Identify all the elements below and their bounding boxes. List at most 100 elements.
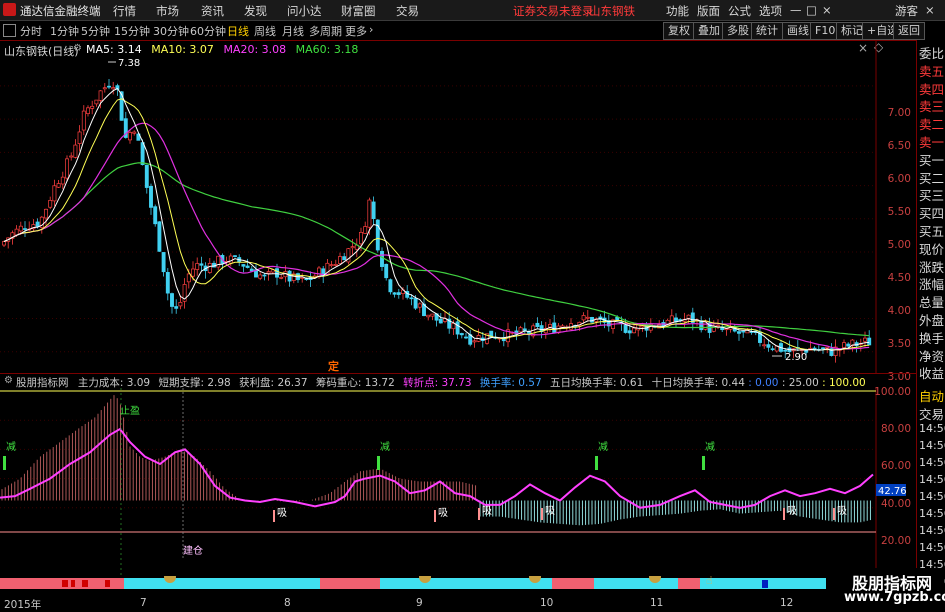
candle-body: [438, 318, 443, 324]
candle-body: [770, 348, 775, 351]
candle-body: [699, 320, 704, 331]
tab-monthly[interactable]: 月线: [282, 23, 304, 39]
watermark-url: www.7gpzb.com: [844, 590, 945, 605]
menu-gongshi[interactable]: 公式: [728, 3, 751, 19]
menu-xuanxiang[interactable]: 选项: [759, 3, 782, 19]
app-logo-icon: [3, 3, 16, 16]
watermark-logo: 股朋指标网 www.7gpzb.com: [832, 568, 945, 609]
ma10-line: [3, 98, 870, 351]
tab-weekly[interactable]: 周线: [254, 23, 276, 39]
candle-body: [102, 87, 107, 90]
trade-label[interactable]: 交易: [919, 404, 944, 423]
side-label-10: 买五: [919, 224, 945, 239]
more-chevron-icon[interactable]: ›: [369, 23, 373, 36]
tab-30min[interactable]: 30分钟: [153, 23, 189, 39]
candle-body: [65, 158, 69, 179]
menu-hangqing[interactable]: 行情: [113, 3, 136, 19]
indicator-gear-icon[interactable]: ⚙: [4, 375, 13, 386]
auto-trade-label[interactable]: 自动: [919, 386, 944, 405]
y-tick: 6.50: [887, 140, 911, 152]
fuquan-button[interactable]: 复权: [663, 22, 695, 40]
indicator-chart[interactable]: 止盈 建仓 减 减 减 减吸 吸 吸 吸 吸 吸 42.76: [0, 388, 916, 576]
candle-body: [392, 292, 397, 295]
tab-fenshi[interactable]: 分时: [20, 23, 42, 39]
close-button[interactable]: ×: [822, 3, 832, 17]
candle-body: [233, 255, 237, 257]
tab-60min[interactable]: 60分钟: [190, 23, 226, 39]
candle-body: [207, 263, 212, 273]
ind-tick: 40.00: [880, 498, 911, 510]
maximize-button[interactable]: □: [806, 3, 817, 17]
hand-cursor-icon: ☝: [706, 576, 713, 587]
login-warning[interactable]: 证券交易未登录: [513, 3, 594, 19]
candle-body: [762, 344, 767, 347]
absorb-label: 吸: [482, 506, 492, 517]
menu-banmian[interactable]: 版面: [697, 3, 720, 19]
trade-time: 14:56: [919, 439, 945, 452]
candle-body: [367, 199, 372, 228]
menu-shichang[interactable]: 市场: [156, 3, 179, 19]
kline-chart[interactable]: 7.38 2.90 定: [0, 40, 916, 373]
ding-marker: 定: [328, 359, 339, 373]
menu-wenxiaoda[interactable]: 问小达: [287, 3, 322, 19]
x-tick: 11: [650, 597, 664, 609]
side-label-9: 买四: [919, 206, 945, 222]
guest-label[interactable]: 游客: [895, 3, 918, 19]
candle-body: [174, 306, 179, 309]
candle-body: [73, 144, 78, 158]
candle-body: [548, 324, 552, 328]
statistics-button[interactable]: 统计: [751, 22, 783, 40]
candle-body: [669, 315, 674, 323]
candle-body: [413, 298, 418, 309]
high-price-label: 7.38: [118, 58, 140, 69]
tab-15min[interactable]: 15分钟: [114, 23, 150, 39]
menu-faxian[interactable]: 发现: [244, 3, 267, 19]
side-label-18: 收益: [919, 366, 945, 382]
candle-body: [81, 110, 86, 131]
current-value-label: 42.76: [878, 486, 907, 497]
candle-body: [342, 256, 347, 261]
candle-body: [266, 271, 271, 274]
candle-body: [153, 206, 158, 225]
candle-body: [741, 330, 746, 333]
tab-daily[interactable]: 日线: [227, 23, 249, 39]
candle-body: [455, 321, 460, 335]
side-label-4: 卖二: [919, 117, 945, 133]
back-button[interactable]: 返回: [893, 22, 925, 40]
candle-body: [157, 221, 162, 252]
candle-body: [363, 226, 368, 234]
tab-multi-period[interactable]: 多周期: [309, 23, 342, 39]
low-price-label: 2.90: [785, 352, 807, 363]
window-close-icon[interactable]: ×: [925, 3, 935, 17]
menu-zixun[interactable]: 资讯: [201, 3, 224, 19]
candle-body: [430, 313, 435, 317]
candle-body: [623, 324, 628, 333]
stock-name: 山东钢铁: [589, 4, 635, 18]
overlay-button[interactable]: 叠加: [693, 22, 725, 40]
candle-body: [94, 99, 99, 105]
tab-1min[interactable]: 1分钟: [50, 23, 79, 39]
candle-body: [258, 274, 263, 279]
menu-jiaoyi[interactable]: 交易: [396, 3, 419, 19]
candle-body: [459, 333, 464, 336]
side-label-8: 买三: [919, 188, 945, 204]
candle-body: [632, 327, 636, 334]
candle-body: [56, 183, 61, 188]
candle-body: [338, 256, 342, 264]
menu-caifuquan[interactable]: 财富圈: [341, 3, 376, 19]
tab-more[interactable]: 更多: [345, 23, 367, 39]
tab-5min[interactable]: 5分钟: [81, 23, 110, 39]
y-tick: 7.00: [887, 107, 911, 119]
trade-time: 14:56: [919, 524, 945, 537]
side-label-2: 卖四: [919, 81, 945, 97]
candle-body: [825, 346, 830, 349]
candle-body: [552, 322, 557, 333]
candle-body: [867, 337, 872, 346]
multi-stock-button[interactable]: 多股: [722, 22, 754, 40]
minimize-button[interactable]: —: [790, 3, 802, 17]
menu-gongneng[interactable]: 功能: [666, 3, 689, 19]
candle-body: [417, 303, 422, 308]
signal-strip: ☝: [0, 576, 826, 589]
side-label-0: 委比: [919, 46, 945, 61]
split-icon[interactable]: [3, 24, 16, 37]
